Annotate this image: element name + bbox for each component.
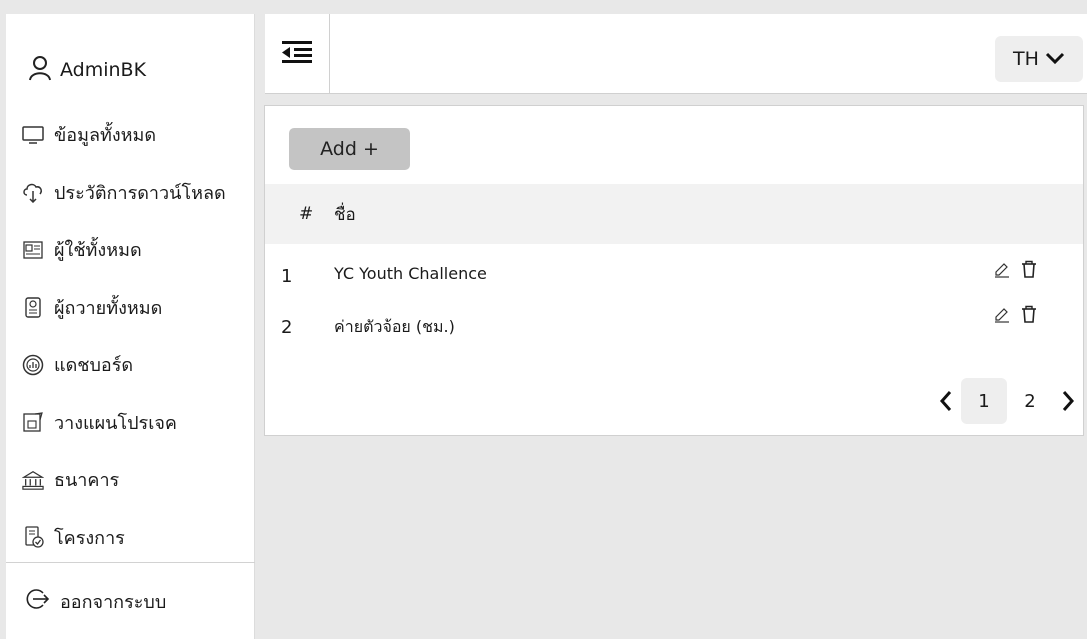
sidebar-item-label: ธนาคาร [54,470,120,492]
table-row: 1 YC Youth Challence [265,254,1083,296]
pagination: 1 2 [931,377,1083,425]
sidebar-item-label: ผู้ใช้ทั้งหมด [54,240,142,262]
badge-icon [22,296,44,318]
sidebar-item-label: แดชบอร์ด [54,355,134,377]
sidebar-item-label: โครงการ [54,527,125,549]
table-header: # ชื่อ [265,184,1083,244]
content-card: Add + # ชื่อ 1 YC Youth Challence 2 ค่าย… [264,105,1084,436]
logout-label: ออกจากระบบ [60,591,167,613]
row-actions [993,260,1037,282]
row-actions [993,305,1037,327]
sidebar-item-label: ผู้ถวายทั้งหมด [54,297,163,319]
dashboard-icon [22,354,44,376]
add-button[interactable]: Add + [289,128,410,170]
bank-icon [22,469,44,491]
collapse-menu-icon [280,39,314,69]
user-icon [28,55,60,86]
cloud-download-icon [22,181,44,204]
project-icon [22,526,44,548]
sidebar-item-bank[interactable]: ธนาคาร [6,451,255,509]
logout-icon [26,587,60,616]
prev-page-button[interactable] [931,381,961,421]
page-2-button[interactable]: 2 [1007,378,1053,424]
sidebar-nav: ข้อมูลทั้งหมด ประวัติการดาวน์โหลด ผู้ใช้… [6,106,255,566]
logout-button[interactable]: ออกจากระบบ [6,562,255,639]
row-name: ค่ายตัวจ้อย (ชม.) [334,317,455,336]
next-page-button[interactable] [1053,381,1083,421]
sidebar-item-download-history[interactable]: ประวัติการดาวน์โหลด [6,164,255,222]
menu-toggle-button[interactable] [265,14,330,94]
top-bar: TH [265,14,1087,94]
chevron-right-icon [1062,391,1075,411]
delete-icon[interactable] [1021,260,1037,282]
row-number: 2 [281,317,293,338]
sidebar-item-label: ประวัติการดาวน์โหลด [54,182,226,204]
sidebar-item-projects[interactable]: โครงการ [6,509,255,567]
id-card-icon [22,239,44,261]
row-name: YC Youth Challence [334,264,487,283]
sidebar-item-label: วางแผนโปรเจค [54,412,177,434]
chevron-left-icon [939,391,952,411]
sidebar-item-all-users[interactable]: ผู้ใช้ทั้งหมด [6,221,255,279]
column-header-number: # [299,204,314,224]
monitor-icon [22,124,44,146]
table-row: 2 ค่ายตัวจ้อย (ชม.) [265,305,1083,347]
edit-icon[interactable] [993,305,1011,327]
page-1-button[interactable]: 1 [961,378,1007,424]
sidebar-item-label: ข้อมูลทั้งหมด [54,125,157,147]
delete-icon[interactable] [1021,305,1037,327]
user-profile[interactable]: AdminBK [6,50,255,90]
row-number: 1 [281,266,293,287]
edit-icon[interactable] [993,260,1011,282]
sidebar-item-all-donors[interactable]: ผู้ถวายทั้งหมด [6,279,255,337]
chevron-down-icon [1039,48,1065,70]
blueprint-icon [22,411,44,433]
sidebar-item-all-data[interactable]: ข้อมูลทั้งหมด [6,106,255,164]
sidebar-item-dashboard[interactable]: แดชบอร์ด [6,336,255,394]
sidebar: AdminBK ข้อมูลทั้งหมด ประวัติการดาวน์โหล… [6,14,255,639]
language-label: TH [1013,48,1039,70]
column-header-name: ชื่อ [334,204,356,225]
language-selector[interactable]: TH [995,36,1083,82]
sidebar-item-project-planning[interactable]: วางแผนโปรเจค [6,394,255,452]
username: AdminBK [60,59,147,81]
